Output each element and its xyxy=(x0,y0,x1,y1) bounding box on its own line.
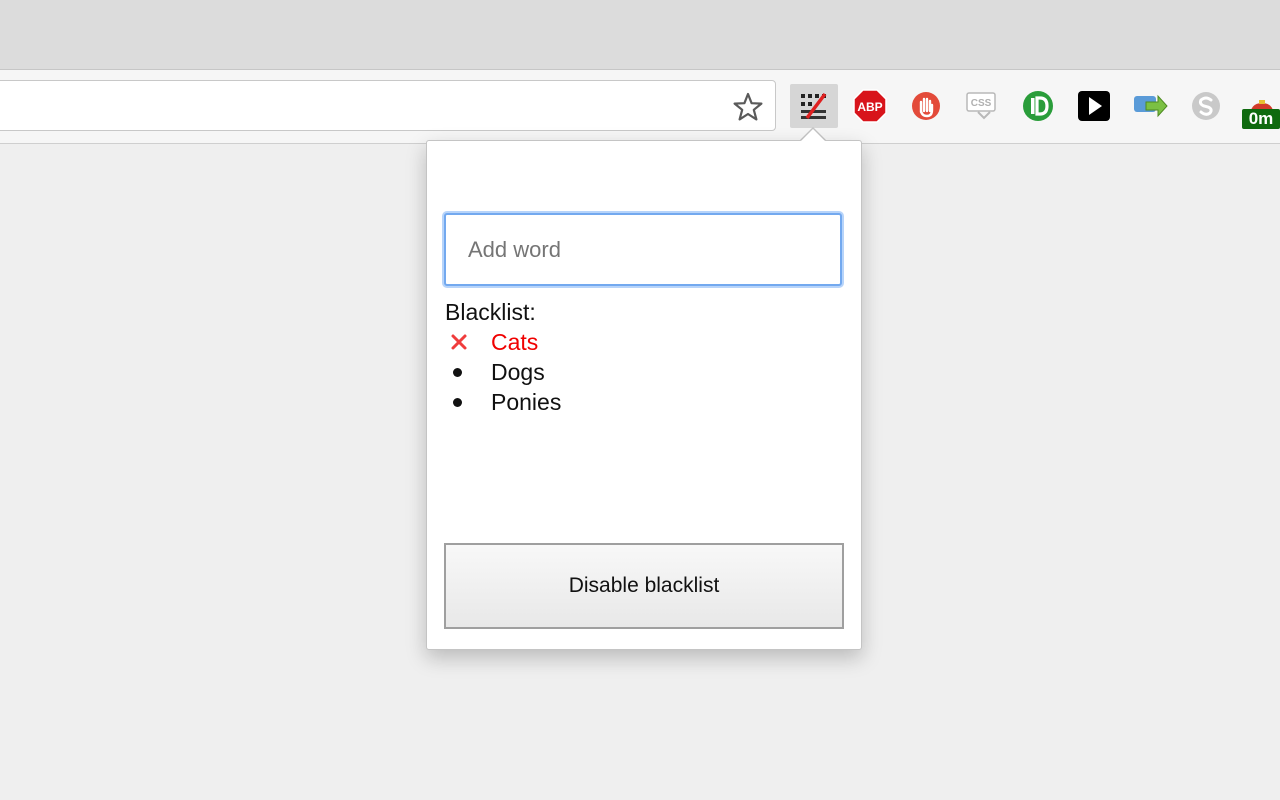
list-item-label: Ponies xyxy=(491,388,562,415)
address-bar[interactable] xyxy=(0,80,776,131)
list-item-label: Cats xyxy=(491,328,539,355)
remove-icon[interactable] xyxy=(445,333,491,351)
star-outline-icon[interactable] xyxy=(732,91,764,123)
arrow-share-icon[interactable] xyxy=(1132,86,1168,126)
svg-text:ABP: ABP xyxy=(857,100,882,114)
add-word-input[interactable] xyxy=(444,213,842,286)
green-id-icon[interactable] xyxy=(1020,86,1056,126)
list-item[interactable]: Ponies xyxy=(445,387,561,417)
disable-blacklist-button[interactable]: Disable blacklist xyxy=(444,543,844,629)
list-item-label: Dogs xyxy=(491,358,545,385)
window-titlebar xyxy=(0,0,1280,70)
word-blacklist-icon[interactable] xyxy=(790,84,838,128)
skype-icon[interactable] xyxy=(1188,86,1224,126)
list-item[interactable]: Dogs xyxy=(445,357,561,387)
bullet-icon xyxy=(445,367,491,377)
popup-arrow-fill xyxy=(800,129,826,142)
play-icon[interactable] xyxy=(1076,86,1112,126)
list-item[interactable]: Cats xyxy=(445,327,561,357)
svg-text:CSS: CSS xyxy=(971,98,992,109)
stop-hand-icon[interactable] xyxy=(908,86,944,126)
bullet-icon xyxy=(445,397,491,407)
css-viewer-icon[interactable]: CSS xyxy=(963,86,999,126)
abp-icon[interactable]: ABP xyxy=(852,86,888,126)
timer-badge: 0m xyxy=(1242,109,1280,129)
blacklist-popup: Blacklist: Cats Dogs Ponies Disable blac… xyxy=(426,140,862,650)
blacklist-list: Cats Dogs Ponies xyxy=(445,327,561,417)
blacklist-title: Blacklist: xyxy=(445,299,536,325)
